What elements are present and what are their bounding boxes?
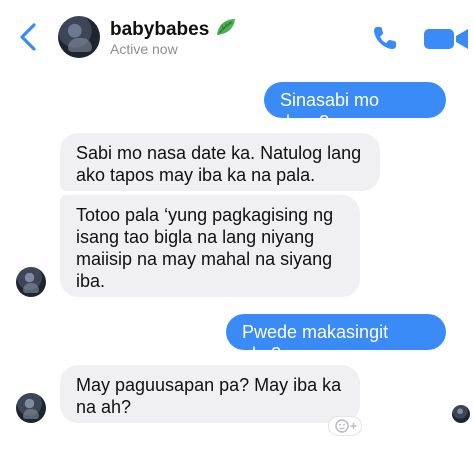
message-bubble-incoming[interactable]: Sabi mo nasa date ka. Natulog lang ako t… <box>60 133 380 191</box>
sender-avatar[interactable] <box>16 393 46 423</box>
message-bubble-incoming[interactable]: Totoo pala ‘yung pagkagising ng isang ta… <box>60 195 360 297</box>
add-reaction-icon <box>335 419 357 433</box>
contact-name[interactable]: babybabes <box>110 17 237 41</box>
sender-avatar[interactable] <box>16 267 46 297</box>
leaf-emoji-icon <box>217 19 236 35</box>
message-bubble-outgoing[interactable]: Sinasabi mo dyan? <box>264 82 446 132</box>
contact-name-text: babybabes <box>110 19 210 40</box>
chat-header: babybabes Active now <box>0 0 474 70</box>
active-status: Active now <box>110 41 178 57</box>
add-reaction-button[interactable] <box>328 416 362 436</box>
avatar[interactable] <box>58 16 100 58</box>
phone-icon[interactable] <box>371 24 399 52</box>
message-bubble-incoming[interactable]: May paguusapan pa? May iba ka na ah? <box>60 365 360 423</box>
message-bubble-outgoing[interactable]: Pwede makasingit ako? <box>226 314 446 364</box>
video-camera-icon[interactable] <box>424 26 470 52</box>
seen-avatar <box>452 405 470 423</box>
back-chevron-icon[interactable] <box>16 22 42 52</box>
